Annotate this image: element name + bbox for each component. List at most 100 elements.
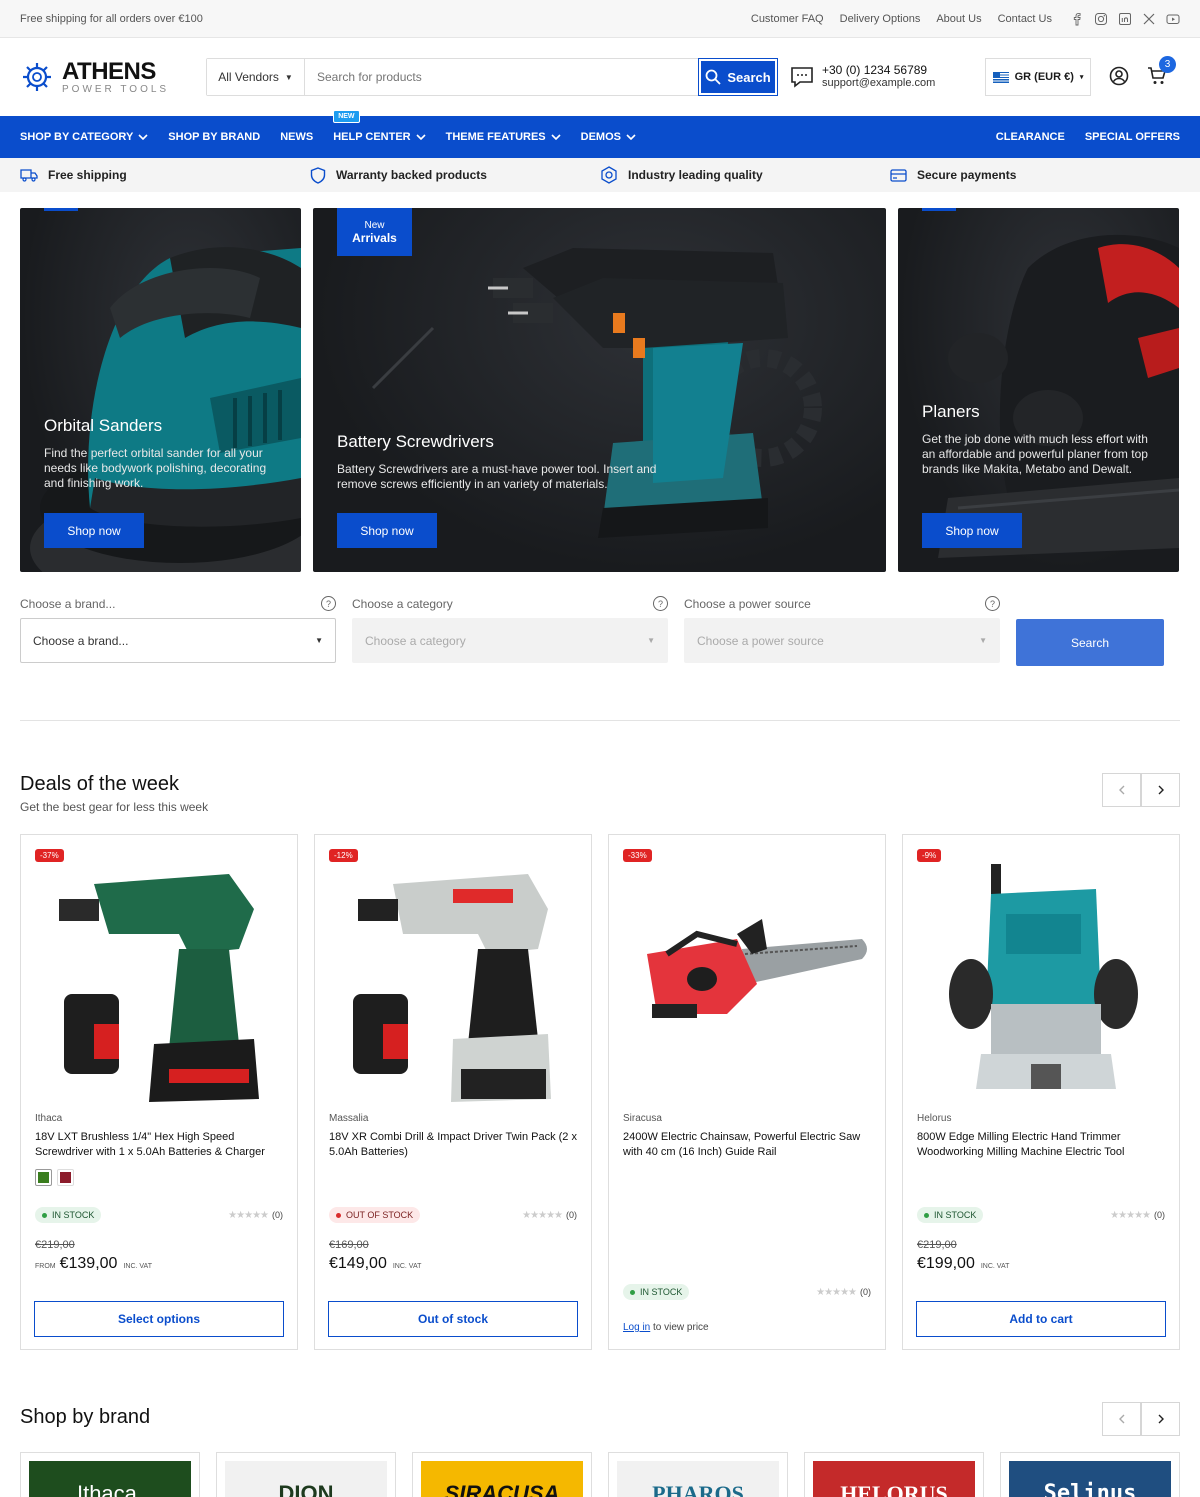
product-card[interactable]: -37% Ithaca 18V LXT Brushless 1/4" Hex H…	[20, 834, 298, 1350]
select-options-button[interactable]: Select options	[34, 1301, 284, 1337]
banner-title: Orbital Sanders	[44, 416, 163, 435]
star-rating-icon: ★★★★★	[816, 1286, 857, 1298]
product-title[interactable]: 18V LXT Brushless 1/4" Hex High Speed Sc…	[35, 1130, 283, 1160]
login-text: to view price	[653, 1322, 709, 1333]
nav-label: HELP CENTER	[333, 131, 411, 143]
out-of-stock-button[interactable]: Out of stock	[328, 1301, 578, 1337]
brand-card[interactable]: DION	[216, 1452, 396, 1497]
search-bar: All Vendors ▼ Search	[206, 58, 778, 96]
hero-banner-planers[interactable]: Planers Get the job done with much less …	[898, 208, 1179, 572]
link-customer-faq[interactable]: Customer FAQ	[751, 13, 824, 25]
contact-info[interactable]: +30 (0) 1234 56789 support@example.com	[790, 64, 985, 90]
stock-label: OUT OF STOCK	[346, 1210, 414, 1220]
help-icon[interactable]: ?	[321, 596, 336, 611]
product-price: €199,00	[917, 1255, 975, 1272]
nav-label: SPECIAL OFFERS	[1084, 131, 1180, 143]
product-image[interactable]	[35, 847, 283, 1111]
banner-text: Find the perfect orbital sander for all …	[44, 446, 267, 490]
site-logo[interactable]: ATHENS POWER TOOLS	[20, 59, 206, 95]
nav-shop-by-brand[interactable]: SHOP BY BRAND	[168, 116, 260, 158]
shop-now-button[interactable]: Shop now	[44, 513, 144, 548]
brand-card[interactable]: Selinus	[1000, 1452, 1180, 1497]
product-image[interactable]	[623, 847, 871, 1111]
usp-item: Free shipping	[20, 168, 310, 182]
link-delivery-options[interactable]: Delivery Options	[840, 13, 921, 25]
new-arrivals-tag: New Arrivals	[337, 208, 412, 256]
color-swatch-red[interactable]	[57, 1169, 74, 1186]
chat-icon	[791, 67, 813, 88]
product-image[interactable]	[917, 847, 1165, 1111]
tag-bottom: Arrivals	[352, 230, 397, 245]
search-button-label: Search	[727, 69, 771, 85]
product-card[interactable]: -9% Helorus 800W Edge Milling Electric H…	[902, 834, 1180, 1350]
nav-clearance[interactable]: CLEARANCE	[996, 116, 1065, 158]
instagram-icon[interactable]	[1094, 12, 1108, 26]
hero-banner-orbital-sanders[interactable]: Orbital Sanders Find the perfect orbital…	[20, 208, 301, 572]
link-contact-us[interactable]: Contact Us	[998, 13, 1052, 25]
nav-news[interactable]: NEWS	[280, 116, 313, 158]
power-source-select[interactable]: Choose a power source ▼	[684, 618, 1000, 663]
discount-badge: -37%	[35, 849, 64, 862]
brand-card[interactable]: HELORUS	[804, 1452, 984, 1497]
help-icon[interactable]: ?	[985, 596, 1000, 611]
product-title[interactable]: 800W Edge Milling Electric Hand Trimmer …	[917, 1130, 1165, 1160]
nav-help-center[interactable]: NEW HELP CENTER	[333, 110, 426, 158]
review-count: (0)	[860, 1287, 871, 1297]
nav-label: THEME FEATURES	[445, 131, 546, 143]
search-input[interactable]	[305, 59, 699, 95]
vendor-select-value: All Vendors	[218, 70, 279, 84]
search-icon	[705, 69, 721, 85]
cart-button[interactable]: 3	[1147, 55, 1176, 89]
shop-now-button[interactable]: Shop now	[922, 513, 1022, 548]
carousel-next-button[interactable]	[1141, 1402, 1180, 1436]
hero-banners: Orbital Sanders Find the perfect orbital…	[0, 192, 1200, 572]
rating: ★★★★★ (0)	[1110, 1210, 1165, 1221]
nav-special-offers[interactable]: SPECIAL OFFERS	[1085, 116, 1180, 158]
product-card[interactable]: -33% Siracusa 2400W Electric Chainsaw, P…	[608, 834, 886, 1350]
category-select-value: Choose a category	[365, 633, 466, 648]
product-title[interactable]: 2400W Electric Chainsaw, Powerful Electr…	[623, 1130, 871, 1160]
youtube-icon[interactable]	[1166, 12, 1180, 26]
login-link[interactable]: Log in	[623, 1322, 650, 1333]
currency-selector[interactable]: GR (EUR €) ▾	[985, 58, 1091, 96]
nav-label: CLEARANCE	[995, 131, 1065, 143]
link-about-us[interactable]: About Us	[936, 13, 981, 25]
usp-item: Secure payments	[890, 168, 1180, 182]
nav-label: SHOP BY CATEGORY	[20, 131, 134, 143]
vat-label: INC. VAT	[123, 1263, 152, 1270]
product-image[interactable]	[329, 847, 577, 1111]
vendor-select[interactable]: All Vendors ▼	[207, 59, 305, 95]
old-price: €219,00	[35, 1239, 75, 1251]
credit-card-icon	[890, 168, 907, 182]
nav-demos[interactable]: DEMOS	[581, 116, 636, 158]
product-title[interactable]: 18V XR Combi Drill & Impact Driver Twin …	[329, 1130, 577, 1160]
color-swatch-green[interactable]	[35, 1169, 52, 1186]
brand-card[interactable]: Ithaca.	[20, 1452, 200, 1497]
search-button[interactable]: Search	[698, 58, 778, 96]
category-select[interactable]: Choose a category ▼	[352, 618, 668, 663]
add-to-cart-button[interactable]: Add to cart	[916, 1301, 1166, 1337]
stock-label: IN STOCK	[934, 1210, 977, 1220]
account-icon[interactable]	[1109, 66, 1129, 89]
facebook-icon[interactable]	[1070, 12, 1084, 26]
product-card[interactable]: -12% Massalia 18V XR Combi Drill & Impac…	[314, 834, 592, 1350]
linkedin-icon[interactable]	[1118, 12, 1132, 26]
nav-shop-by-category[interactable]: SHOP BY CATEGORY	[20, 116, 148, 158]
finder-search-button[interactable]: Search	[1016, 619, 1164, 666]
nav-theme-features[interactable]: THEME FEATURES	[446, 116, 561, 158]
carousel-prev-button[interactable]	[1102, 773, 1141, 807]
carousel-next-button[interactable]	[1141, 773, 1180, 807]
help-icon[interactable]: ?	[653, 596, 668, 611]
shop-now-button[interactable]: Shop now	[337, 513, 437, 548]
x-icon[interactable]	[1142, 12, 1156, 26]
carousel-prev-button[interactable]	[1102, 1402, 1141, 1436]
chevron-down-icon	[551, 131, 561, 143]
truck-icon	[20, 169, 38, 182]
site-header: ATHENS POWER TOOLS All Vendors ▼ Search …	[0, 38, 1200, 116]
brand-card[interactable]: PHAROS	[608, 1452, 788, 1497]
quality-badge-icon	[601, 166, 617, 184]
brand-card[interactable]: SIRACUSA	[412, 1452, 592, 1497]
brand-select[interactable]: Choose a brand... ▼	[20, 618, 336, 663]
nav-label: NEWS	[280, 131, 314, 143]
hero-banner-battery-screwdrivers[interactable]: New Arrivals Battery Screwdrivers Batter…	[313, 208, 886, 572]
